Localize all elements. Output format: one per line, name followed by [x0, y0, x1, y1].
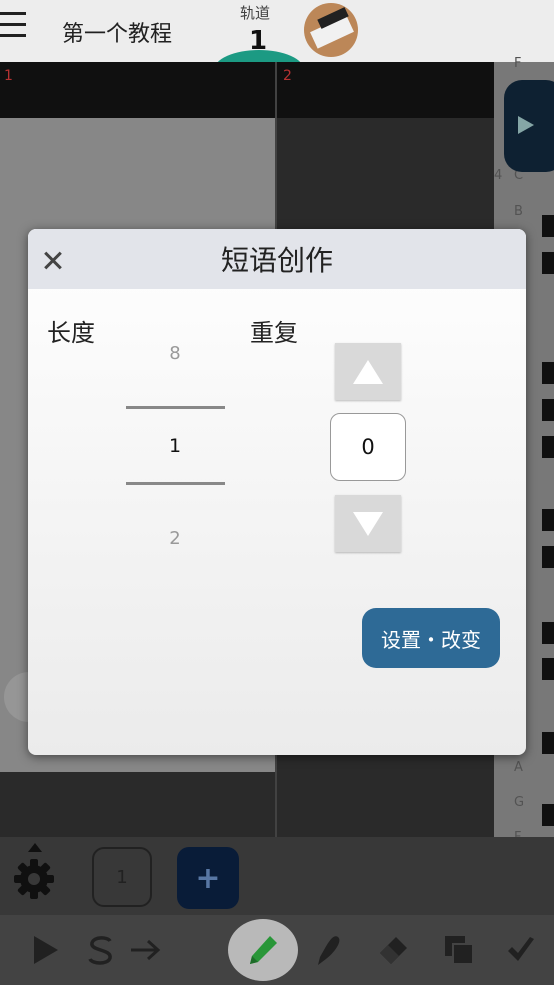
apply-change-button[interactable]: 设置・改变	[362, 608, 500, 668]
repeat-label: 重复	[250, 319, 298, 347]
dialog-header: 短语创作	[28, 229, 526, 289]
picker-divider	[126, 482, 225, 485]
picker-option-next[interactable]: 2	[123, 528, 227, 549]
triangle-down-icon	[353, 511, 383, 536]
dialog-title: 短语创作	[220, 244, 333, 277]
picker-option-selected[interactable]: 1	[123, 435, 227, 457]
picker-divider	[126, 406, 225, 409]
length-picker[interactable]: 8 1 2	[123, 333, 227, 563]
repeat-count-input[interactable]	[330, 413, 406, 481]
repeat-decrement-button[interactable]	[335, 495, 401, 552]
triangle-up-icon	[353, 359, 383, 384]
picker-option-prev[interactable]: 8	[123, 343, 227, 364]
repeat-increment-button[interactable]	[335, 343, 401, 400]
phrase-create-dialog: 短语创作 长度 重复 8 1 2 设置・改变	[28, 229, 526, 755]
length-label: 长度	[47, 319, 95, 347]
app-screen: 第一个教程 轨道 1 1 2 F 4 C B A G F	[0, 0, 554, 985]
